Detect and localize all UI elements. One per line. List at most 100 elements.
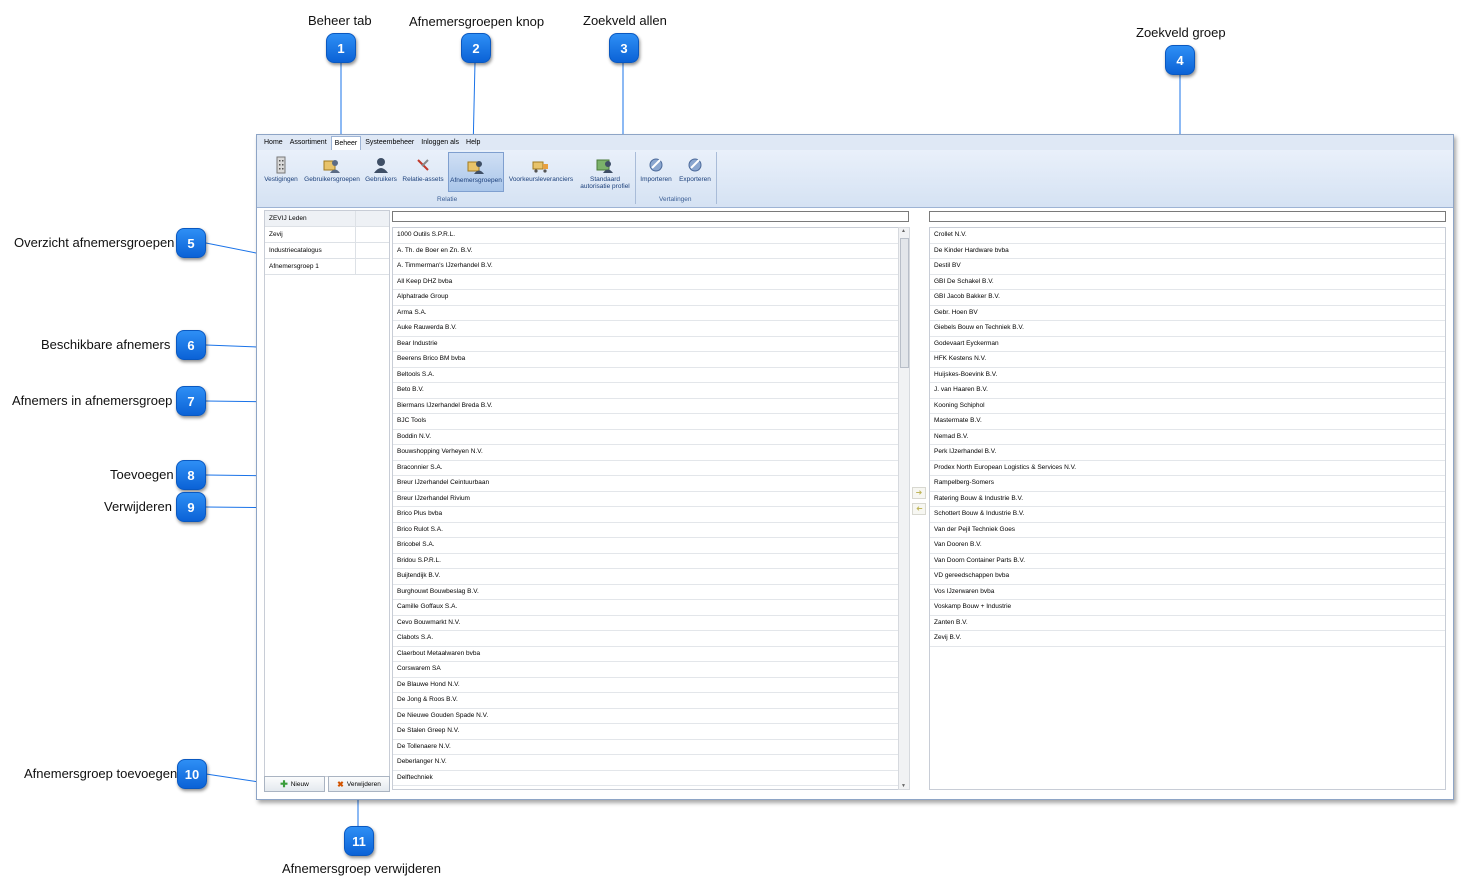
delete-icon: ✖ — [337, 779, 344, 789]
delete-group-button[interactable]: ✖ Verwijderen — [328, 776, 390, 792]
list-item[interactable]: Perk IJzerhandel B.V. — [930, 445, 1445, 461]
search-all-input[interactable] — [392, 211, 909, 222]
list-item[interactable]: Beerens Brico BM bvba — [393, 352, 898, 368]
list-item[interactable]: 1000 Outils S.P.R.L. — [393, 228, 898, 244]
list-item[interactable]: Burghouwt Bouwbeslag B.V. — [393, 585, 898, 600]
list-item[interactable]: Bricobel S.A. — [393, 538, 898, 554]
list-item[interactable]: Van Doorn Container Parts B.V. — [930, 554, 1445, 569]
list-item[interactable]: Van der Pejil Techniek Goes — [930, 523, 1445, 538]
list-item[interactable]: Voskamp Bouw + Industrie — [930, 600, 1445, 616]
list-item[interactable]: De Jong & Roos B.V. — [393, 693, 898, 709]
list-item[interactable]: Giebels Bouw en Techniek B.V. — [930, 321, 1445, 337]
list-item[interactable]: De Stalen Greep N.V. — [393, 724, 898, 740]
list-item[interactable]: Kooning Schiphol — [930, 399, 1445, 414]
list-item[interactable]: Biermans IJzerhandel Breda B.V. — [393, 399, 898, 414]
list-item[interactable]: De Nieuwe Gouden Spade N.V. — [393, 709, 898, 724]
list-item[interactable]: Crollet N.V. — [930, 228, 1445, 244]
ribbon-gebruikers-button[interactable]: Gebruikers — [364, 152, 398, 192]
list-item[interactable]: Beltools S.A. — [393, 368, 898, 383]
list-item[interactable]: Industriecatalogus — [265, 243, 389, 259]
list-item[interactable]: Bouwshopping Verheyen N.V. — [393, 445, 898, 461]
ribbon-importeren-button[interactable]: Importeren — [638, 152, 674, 192]
list-item[interactable]: All Keep DHZ bvba — [393, 275, 898, 290]
list-item[interactable]: Destil BV — [930, 259, 1445, 275]
scroll-thumb[interactable] — [900, 238, 909, 368]
ribbon-label: Importeren — [640, 176, 672, 183]
ribbon-vestigingen-button[interactable]: Vestigingen — [262, 152, 300, 192]
label-zoekveld-groep: Zoekveld groep — [1136, 25, 1226, 40]
list-item[interactable]: J. van Haaren B.V. — [930, 383, 1445, 399]
list-item[interactable]: BJC Tools — [393, 414, 898, 430]
list-item[interactable]: Van Dooren B.V. — [930, 538, 1445, 554]
add-arrow-button[interactable]: ➜ — [912, 487, 926, 499]
list-item[interactable]: Afnemersgroep 1 — [265, 259, 389, 275]
list-item[interactable]: Nemad B.V. — [930, 430, 1445, 445]
list-item[interactable]: Breur IJzerhandel Ceintuurbaan — [393, 476, 898, 492]
list-item[interactable]: De Kinder Hardware bvba — [930, 244, 1445, 259]
list-item[interactable]: Buijtendijk B.V. — [393, 569, 898, 585]
list-item[interactable]: Boddin N.V. — [393, 430, 898, 445]
list-item[interactable]: Prodex North European Logistics & Servic… — [930, 461, 1445, 476]
list-item[interactable]: Vos IJzerwaren bvba — [930, 585, 1445, 600]
list-item[interactable]: Bridou S.P.R.L. — [393, 554, 898, 569]
scrollbar[interactable]: ▲ ▼ — [898, 227, 910, 790]
ribbon-relatie-assets-button[interactable]: Relatie-assets — [401, 152, 445, 192]
ribbon-label: Gebruikers — [365, 176, 397, 183]
app-window: Home Assortiment Beheer Systeembeheer In… — [256, 134, 1454, 800]
ribbon-standaard-autorisatie-button[interactable]: Standaard autorisatie profiel — [577, 152, 633, 192]
list-item[interactable]: GBI De Schakel B.V. — [930, 275, 1445, 290]
menu-home[interactable]: Home — [261, 136, 286, 149]
list-item[interactable]: Brico Rulot S.A. — [393, 523, 898, 538]
ribbon-gebruikersgroepen-button[interactable]: Gebruikersgroepen — [303, 152, 361, 192]
list-item[interactable]: Arma S.A. — [393, 306, 898, 321]
search-group-input[interactable] — [929, 211, 1446, 222]
group-name: Industriecatalogus — [265, 243, 356, 258]
list-item[interactable]: Huijskes-Boevink B.V. — [930, 368, 1445, 383]
list-item[interactable]: Rampelberg-Somers — [930, 476, 1445, 492]
remove-arrow-button[interactable]: ➜ — [912, 503, 926, 515]
menu-beheer[interactable]: Beheer — [330, 135, 362, 150]
list-item[interactable]: Beto B.V. — [393, 383, 898, 399]
list-item[interactable]: Deberlanger N.V. — [393, 755, 898, 771]
list-item[interactable]: Gebr. Hoen BV — [930, 306, 1445, 321]
list-item[interactable]: Bear Industrie — [393, 337, 898, 352]
list-item[interactable]: HFK Kestens N.V. — [930, 352, 1445, 368]
list-item[interactable]: A. Timmerman's IJzerhandel B.V. — [393, 259, 898, 275]
list-item[interactable]: De Blauwe Hond N.V. — [393, 678, 898, 693]
list-item[interactable]: A. Th. de Boer en Zn. B.V. — [393, 244, 898, 259]
ribbon-afnemersgroepen-button[interactable]: Afnemersgroepen — [448, 152, 504, 192]
list-item[interactable]: Zevij — [265, 227, 389, 243]
list-item[interactable]: Godevaart Eyckerman — [930, 337, 1445, 352]
list-item[interactable]: Corswarem SA — [393, 662, 898, 678]
menu-assortiment[interactable]: Assortiment — [287, 136, 330, 149]
list-item[interactable]: Claerbout Metaalwaren bvba — [393, 647, 898, 662]
list-item[interactable]: Camille Goffaux S.A. — [393, 600, 898, 616]
list-item[interactable]: Alphatrade Group — [393, 290, 898, 306]
new-group-button[interactable]: ✚ Nieuw — [264, 776, 325, 792]
import-icon — [649, 158, 663, 172]
list-item[interactable]: Mastermate B.V. — [930, 414, 1445, 430]
list-item[interactable]: Cevo Bouwmarkt N.V. — [393, 616, 898, 631]
menu-systeembeheer[interactable]: Systeembeheer — [362, 136, 417, 149]
list-item[interactable]: VD gereedschappen bvba — [930, 569, 1445, 585]
list-item[interactable]: Breur IJzerhandel Rivium — [393, 492, 898, 507]
menu-inloggen-als[interactable]: Inloggen als — [418, 136, 462, 149]
list-item[interactable]: Ratering Bouw & Industrie B.V. — [930, 492, 1445, 507]
list-item[interactable]: Zanten B.V. — [930, 616, 1445, 631]
list-item[interactable]: Auke Rauwerda B.V. — [393, 321, 898, 337]
list-item[interactable]: Clabots S.A. — [393, 631, 898, 647]
list-item[interactable]: Brico Plus bvba — [393, 507, 898, 523]
menu-help[interactable]: Help — [463, 136, 483, 149]
list-item[interactable]: Schottert Bouw & Industrie B.V. — [930, 507, 1445, 523]
ribbon-label: Voorkeursleveranciers — [508, 176, 574, 183]
ribbon-voorkeursleveranciers-button[interactable]: Voorkeursleveranciers — [507, 152, 575, 192]
list-item[interactable]: GBI Jacob Bakker B.V. — [930, 290, 1445, 306]
list-item[interactable]: Braconnier S.A. — [393, 461, 898, 476]
list-item[interactable]: De Tollenaere N.V. — [393, 740, 898, 755]
scroll-up-icon[interactable]: ▲ — [901, 228, 906, 234]
list-item[interactable]: Zevij B.V. — [930, 631, 1445, 647]
scroll-down-icon[interactable]: ▼ — [901, 783, 906, 789]
list-item[interactable]: Delftechniek — [393, 771, 898, 786]
list-item[interactable]: ZEVIJ Leden — [265, 211, 389, 227]
ribbon-exporteren-button[interactable]: Exporteren — [676, 152, 714, 192]
